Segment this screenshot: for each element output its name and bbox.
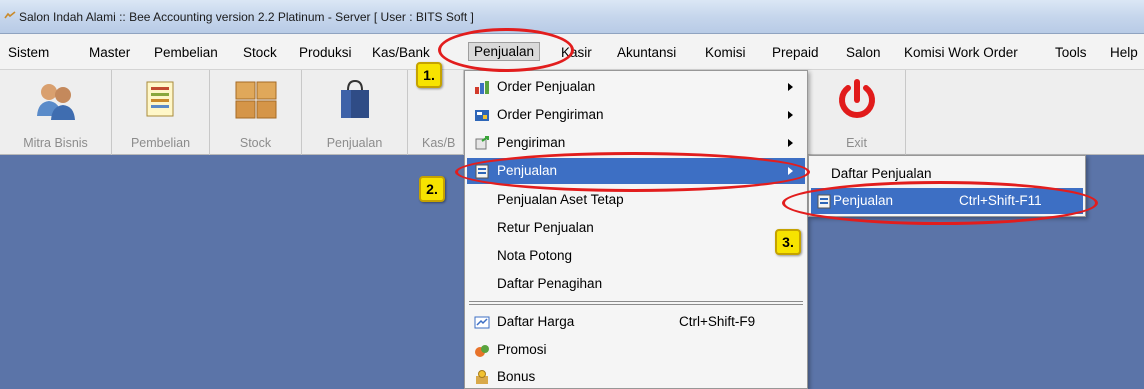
menu-item-label: Order Penjualan (497, 79, 596, 94)
menu-item-label: Order Pengiriman (497, 107, 604, 122)
menu-penjualan[interactable]: Penjualan (468, 42, 541, 61)
menu-daftar-penjualan[interactable]: Daftar Penjualan (811, 161, 1083, 187)
menu-penjualan-item[interactable]: Penjualan (467, 158, 805, 184)
menu-penjualan-aset-tetap[interactable]: Penjualan Aset Tetap (467, 187, 805, 213)
people-icon (36, 84, 75, 120)
submenu-arrow-icon (788, 111, 793, 119)
delivery-icon (475, 136, 489, 150)
toolbar-pembelian-button[interactable]: Pembelian (112, 70, 210, 155)
menu-kasir[interactable]: Kasir (561, 45, 592, 60)
menu-help[interactable]: Help (1110, 45, 1138, 60)
menu-stock[interactable]: Stock (243, 45, 277, 60)
penjualan-dropdown-menu: Order Penjualan Order Pengiriman Pengiri… (464, 70, 808, 389)
menu-order-pengiriman[interactable]: Order Pengiriman (467, 102, 805, 128)
menu-item-label: Nota Potong (497, 248, 573, 263)
toolbar-label: Mitra Bisnis (23, 136, 88, 150)
penjualan-submenu: Daftar Penjualan Penjualan Ctrl+Shift-F1… (808, 155, 1086, 217)
menu-akuntansi[interactable]: Akuntansi (617, 45, 676, 60)
menu-sistem[interactable]: Sistem (8, 45, 49, 60)
menu-produksi[interactable]: Produksi (299, 45, 352, 60)
toolbar-label: Stock (239, 136, 272, 150)
power-icon (838, 79, 875, 118)
annotation-badge-3: 3. (775, 229, 801, 255)
toolbar-penjualan-button[interactable]: Penjualan (302, 70, 408, 155)
order-icon (475, 81, 489, 94)
menu-komisi-work-order[interactable]: Komisi Work Order (904, 45, 1018, 60)
menu-shortcut: Ctrl+Shift-F9 (679, 314, 756, 329)
menu-komisi[interactable]: Komisi (705, 45, 746, 60)
menu-item-label: Pengiriman (497, 135, 566, 150)
menu-daftar-penagihan[interactable]: Daftar Penagihan (467, 271, 805, 297)
shipping-order-icon (475, 110, 489, 121)
menu-promosi[interactable]: Promosi (467, 337, 805, 363)
menu-penjualan-new[interactable]: Penjualan Ctrl+Shift-F11 (811, 188, 1083, 214)
menu-item-label: Daftar Harga (497, 314, 575, 329)
menu-kas-bank[interactable]: Kas/Bank (372, 45, 430, 60)
menu-item-label: Penjualan Aset Tetap (497, 192, 624, 207)
menu-item-label: Daftar Penagihan (497, 276, 603, 291)
menu-separator (469, 301, 803, 305)
sales-icon (475, 164, 489, 179)
menu-item-label: Daftar Penjualan (831, 166, 932, 181)
annotation-badge-2: 2. (419, 176, 445, 202)
app-icon (4, 11, 16, 19)
menu-salon[interactable]: Salon (846, 45, 881, 60)
window-titlebar: Salon Indah Alami :: Bee Accounting vers… (0, 0, 1144, 34)
purchase-icon (146, 81, 173, 117)
promo-icon (475, 345, 489, 357)
menu-order-penjualan[interactable]: Order Penjualan (467, 74, 805, 100)
toolbar-stock-button[interactable]: Stock (210, 70, 302, 155)
menu-pengiriman[interactable]: Pengiriman (467, 130, 805, 156)
menu-bonus[interactable]: Bonus (467, 364, 805, 389)
bonus-icon (476, 370, 488, 384)
toolbar-label: Exit (846, 136, 867, 150)
annotation-badge-1: 1. (416, 62, 442, 88)
menu-tools[interactable]: Tools (1055, 45, 1087, 60)
menu-item-label: Penjualan (497, 163, 558, 178)
menu-bar: Sistem Master Pembelian Stock Produksi K… (0, 34, 1144, 70)
menu-shortcut: Ctrl+Shift-F11 (959, 193, 1042, 208)
toolbar-label: Penjualan (326, 136, 383, 150)
menu-prepaid[interactable]: Prepaid (772, 45, 819, 60)
price-list-icon (474, 316, 490, 329)
menu-daftar-harga[interactable]: Daftar Harga Ctrl+Shift-F9 (467, 309, 805, 335)
toolbar-exit-button[interactable]: Exit (808, 70, 906, 155)
sales-icon (817, 194, 831, 209)
toolbar-mitra-bisnis-button[interactable]: Mitra Bisnis (0, 70, 112, 155)
submenu-arrow-icon (788, 83, 793, 91)
menu-item-label: Penjualan (833, 193, 894, 208)
window-title: Salon Indah Alami :: Bee Accounting vers… (19, 10, 474, 24)
menu-item-label: Promosi (497, 342, 547, 357)
toolbar-label: Pembelian (130, 136, 191, 150)
submenu-arrow-icon (788, 139, 793, 147)
submenu-arrow-icon (788, 167, 793, 175)
shopping-bag-icon (340, 79, 369, 118)
menu-item-label: Bonus (497, 369, 536, 384)
menu-nota-potong[interactable]: Nota Potong (467, 243, 805, 269)
menu-pembelian[interactable]: Pembelian (154, 45, 218, 60)
menu-master[interactable]: Master (89, 45, 130, 60)
menu-item-label: Retur Penjualan (497, 220, 594, 235)
boxes-icon (235, 81, 276, 119)
menu-retur-penjualan[interactable]: Retur Penjualan (467, 215, 805, 241)
